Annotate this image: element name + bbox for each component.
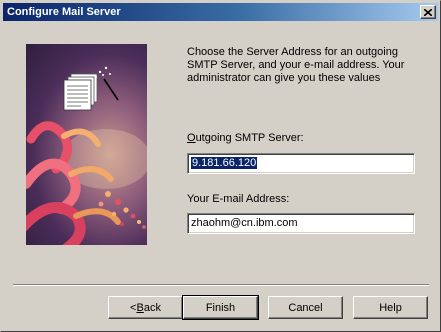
help-button[interactable]: Help bbox=[353, 296, 428, 319]
window-title: Configure Mail Server bbox=[7, 6, 121, 18]
button-separator bbox=[13, 284, 429, 286]
email-address-label: Your E-mail Address: bbox=[187, 193, 290, 205]
email-address-value: zhaohm@cn.ibm.com bbox=[191, 217, 298, 229]
finish-button[interactable]: Finish bbox=[182, 295, 259, 320]
instruction-text: Choose the Server Address for an outgoin… bbox=[187, 46, 405, 84]
back-button[interactable]: < Back bbox=[108, 296, 183, 319]
smtp-server-value: 9.181.66.120 bbox=[191, 157, 258, 169]
email-address-input[interactable]: zhaohm@cn.ibm.com bbox=[187, 213, 415, 234]
close-button[interactable] bbox=[420, 5, 436, 19]
cancel-button[interactable]: Cancel bbox=[268, 296, 343, 319]
title-bar[interactable]: Configure Mail Server bbox=[3, 3, 438, 21]
close-icon bbox=[424, 8, 432, 16]
smtp-server-label: Outgoing SMTP Server: bbox=[187, 132, 304, 144]
configure-mail-server-dialog: Configure Mail Server Choose the Server … bbox=[0, 0, 441, 332]
wizard-banner-image bbox=[26, 44, 147, 245]
address-book-wizard-icon bbox=[63, 66, 119, 111]
smtp-server-input[interactable]: 9.181.66.120 bbox=[187, 153, 415, 174]
